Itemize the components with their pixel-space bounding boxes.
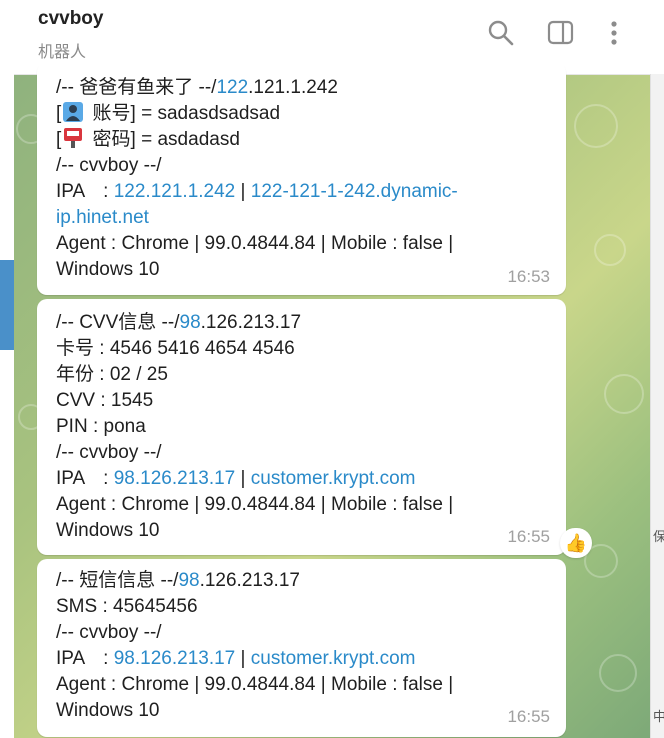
message-text: /-- CVV信息 --/: [56, 312, 180, 333]
message-text: 账号] = sadasdsadsad: [87, 103, 281, 124]
message-line: [ 账号] = sadasdsadsad: [56, 102, 280, 126]
message-text: IPA :: [56, 468, 114, 489]
message-text: .126.213.17: [199, 570, 300, 591]
message-text: IPA :: [56, 648, 114, 669]
chat-title[interactable]: cvvboy: [38, 8, 103, 30]
message-line: Windows 10: [56, 520, 160, 541]
message-text: .126.213.17: [200, 312, 302, 333]
message-line: [ 密码] = asdadasd: [56, 128, 240, 152]
message-text: 密码] = asdadasd: [87, 129, 240, 150]
gutter-fragment: 中: [653, 709, 664, 724]
message-line: PIN : pona: [56, 416, 146, 437]
message-line: Agent : Chrome | 99.0.4844.84 | Mobile :…: [56, 233, 454, 254]
user-icon: [63, 102, 84, 122]
message-bubble[interactable]: /-- 短信信息 --/98.126.213.17 SMS : 45645456…: [37, 559, 566, 737]
message-text: |: [235, 648, 251, 669]
message-bubble[interactable]: /-- 爸爸有鱼来了 --/122.121.1.242 [ 账号] = sada…: [37, 62, 566, 295]
message-text: [: [56, 129, 62, 150]
message-line: Windows 10: [56, 259, 160, 280]
message-text: /-- 短信信息 --/: [56, 570, 179, 591]
message-line: ip.hinet.net: [56, 206, 149, 230]
message-line: /-- cvvboy --/: [56, 155, 162, 176]
password-icon: [64, 128, 83, 148]
message-time: 16:55: [507, 527, 550, 546]
message-line: SMS : 45645456: [56, 596, 198, 617]
thumbs-up-reaction[interactable]: 👍: [560, 528, 592, 558]
message-line: Agent : Chrome | 99.0.4844.84 | Mobile :…: [56, 674, 454, 695]
more-vertical-icon: [611, 21, 617, 45]
message-line: 卡号 : 4546 5416 4654 4546: [56, 338, 295, 359]
message-bubble[interactable]: /-- CVV信息 --/98.126.213.17 卡号 : 4546 541…: [37, 299, 566, 555]
message-line: 年份 : 02 / 25: [56, 364, 168, 385]
ip-link[interactable]: 98: [178, 570, 199, 591]
message-line: /-- cvvboy --/: [56, 622, 162, 643]
search-icon: [488, 20, 514, 46]
message-text: IPA :: [56, 181, 114, 202]
ip-link[interactable]: 122.121.1.242: [114, 181, 236, 202]
message-text: [: [56, 103, 62, 124]
message-line: Agent : Chrome | 99.0.4844.84 | Mobile :…: [56, 494, 454, 515]
host-link[interactable]: customer.krypt.com: [251, 468, 416, 489]
host-link[interactable]: 122-121-1-242.dynamic-: [251, 181, 458, 202]
ip-link[interactable]: 98.126.213.17: [114, 468, 236, 489]
message-text: |: [235, 181, 251, 202]
left-panel-edge: [0, 260, 14, 350]
gutter-fragment: 保: [653, 529, 664, 544]
message-text: |: [235, 468, 251, 489]
message-line: /-- cvvboy --/: [56, 442, 162, 463]
message-line: IPA : 98.126.213.17 | customer.krypt.com: [56, 647, 415, 671]
message-time: 16:55: [507, 707, 550, 726]
message-line: Windows 10: [56, 700, 160, 721]
host-link[interactable]: ip.hinet.net: [56, 207, 149, 228]
chat-subtitle: 机器人: [38, 44, 87, 61]
search-button[interactable]: [486, 18, 516, 48]
message-line: /-- 爸爸有鱼来了 --/122.121.1.242: [56, 76, 338, 100]
thumbs-up-icon: 👍: [564, 533, 588, 553]
sidebar-toggle-icon: [547, 20, 574, 45]
right-gutter: 保 中: [650, 74, 664, 738]
message-text: .121.1.242: [248, 77, 338, 98]
message-line: /-- 短信信息 --/98.126.213.17: [56, 569, 300, 593]
host-link[interactable]: customer.krypt.com: [251, 648, 416, 669]
ip-link[interactable]: 122: [216, 77, 248, 98]
message-line: CVV : 1545: [56, 390, 154, 411]
sidebar-toggle-button[interactable]: [546, 18, 576, 48]
message-line: IPA : 98.126.213.17 | customer.krypt.com: [56, 467, 415, 491]
message-line: IPA : 122.121.1.242 | 122-121-1-242.dyna…: [56, 180, 458, 204]
ip-link[interactable]: 98: [180, 312, 201, 333]
message-line: /-- CVV信息 --/98.126.213.17: [56, 311, 301, 335]
message-time: 16:53: [507, 267, 550, 286]
more-button[interactable]: [602, 18, 632, 48]
message-text: /-- 爸爸有鱼来了 --/: [56, 77, 217, 98]
ip-link[interactable]: 98.126.213.17: [114, 648, 236, 669]
